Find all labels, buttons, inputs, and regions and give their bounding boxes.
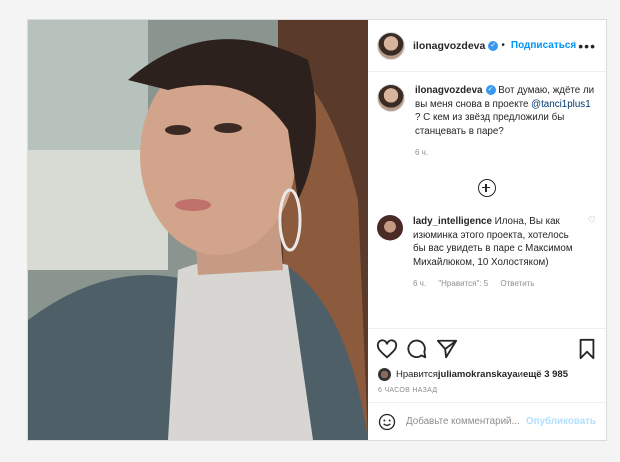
post-sidebar: ilonagvozdeva ✓ • Подписаться ••• ilonag…: [368, 20, 606, 440]
mention-link[interactable]: @tanci1plus1: [531, 99, 591, 110]
liker-avatar: [378, 368, 391, 381]
follow-button[interactable]: Подписаться: [511, 40, 576, 51]
add-comment-bar: Добавьте комментарий... Опубликовать: [368, 402, 606, 440]
instagram-post: ilonagvozdeva ✓ • Подписаться ••• ilonag…: [27, 19, 607, 441]
likes-count[interactable]: ещё 3 985: [523, 369, 568, 380]
selfie-illustration: [28, 20, 368, 440]
author-username[interactable]: ilonagvozdeva: [413, 40, 485, 52]
liker-username[interactable]: juliamokranskaya: [438, 369, 518, 380]
likes-summary[interactable]: Нравится juliamokranskaya и ещё 3 985: [368, 368, 606, 381]
heart-icon[interactable]: [376, 338, 398, 360]
caption-username[interactable]: ilonagvozdeva: [415, 85, 483, 96]
emoji-icon[interactable]: [378, 413, 396, 431]
caption-text: ilonagvozdeva ✓ Вот думаю, ждёте ли вы ме…: [415, 84, 596, 138]
comment-icon[interactable]: [406, 338, 428, 360]
comment-text: lady_intelligence Илона, Вы как изюминка…: [413, 215, 584, 269]
publish-button[interactable]: Опубликовать: [526, 416, 596, 427]
author-avatar[interactable]: [377, 31, 405, 60]
comment-item: lady_intelligence Илона, Вы как изюминка…: [377, 215, 596, 288]
verified-badge-icon: ✓: [488, 40, 499, 51]
verified-badge-icon: ✓: [485, 85, 496, 96]
action-bar: [368, 328, 606, 368]
likes-prefix: Нравится: [396, 369, 438, 380]
more-options-icon[interactable]: •••: [578, 38, 596, 54]
post-timestamp[interactable]: 6 ЧАСОВ НАЗАД: [368, 381, 606, 402]
dot-separator: •: [501, 40, 505, 51]
post-photo[interactable]: [28, 20, 368, 440]
reply-button[interactable]: Ответить: [500, 279, 534, 288]
load-more-comments-icon[interactable]: [477, 179, 496, 197]
post-header: ilonagvozdeva ✓ • Подписаться •••: [368, 20, 606, 72]
caption-text-part-2: ? С кем из звёзд предложили бы станцеват…: [415, 112, 565, 137]
comment-like-heart-icon[interactable]: ♡: [588, 215, 596, 288]
caption-time[interactable]: 6 ч.: [415, 148, 596, 157]
comment-input[interactable]: Добавьте комментарий...: [406, 416, 526, 427]
comments-section[interactable]: ilonagvozdeva ✓ Вот думаю, ждёте ли вы ме…: [368, 72, 606, 328]
commenter-avatar[interactable]: [377, 215, 403, 241]
caption: ilonagvozdeva ✓ Вот думаю, ждёте ли вы ме…: [377, 84, 596, 157]
comment-meta: 6 ч. "Нравится": 5 Ответить: [413, 279, 584, 288]
share-icon[interactable]: [436, 338, 458, 360]
comment-time[interactable]: 6 ч.: [413, 279, 426, 288]
bookmark-icon[interactable]: [576, 338, 598, 360]
comment-likes[interactable]: "Нравится": 5: [438, 279, 488, 288]
caption-avatar[interactable]: [377, 84, 405, 112]
commenter-username[interactable]: lady_intelligence: [413, 216, 492, 227]
